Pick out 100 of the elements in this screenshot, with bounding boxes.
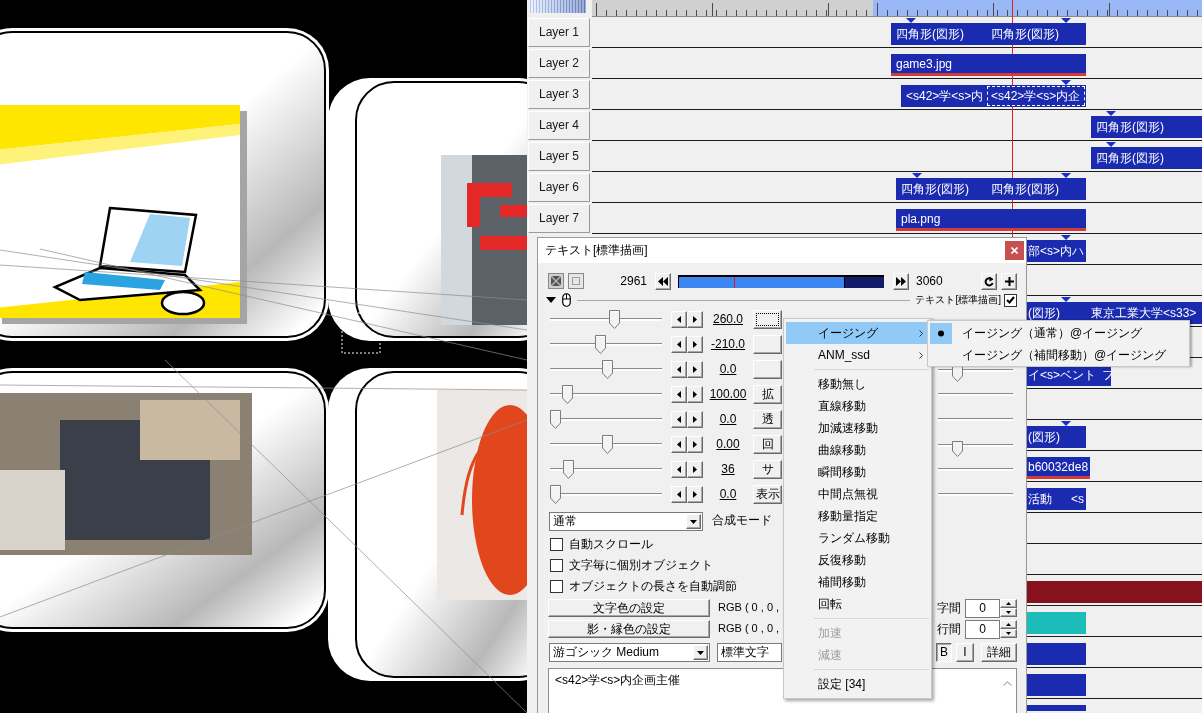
timeline-clip[interactable] <box>1027 674 1086 696</box>
timeline-clip[interactable]: <s42>学<s>内 <box>901 85 986 107</box>
timeline-clip[interactable]: 部<s>内ハ <box>1027 240 1086 262</box>
increment-button[interactable] <box>687 311 703 328</box>
timeline-ruler[interactable] <box>592 0 1202 17</box>
slider-thumb[interactable] <box>608 309 620 329</box>
dotted-square-icon[interactable] <box>568 273 584 289</box>
menu-item[interactable]: 反復移動 <box>786 549 929 571</box>
format-button[interactable]: I <box>956 643 974 662</box>
timeline-clip[interactable]: 四角形(図形) <box>1091 116 1202 138</box>
crossed-square-icon[interactable] <box>548 273 564 289</box>
menu-item[interactable]: 移動量指定 <box>786 505 929 527</box>
timeline-clip[interactable]: 四角形(図形) <box>1091 147 1202 169</box>
timeline-clip[interactable]: game3.jpg <box>891 54 1086 76</box>
increment-button[interactable] <box>687 411 703 428</box>
checkbox[interactable] <box>1004 293 1017 307</box>
menu-item[interactable]: 回転 <box>786 593 929 615</box>
timeline-clip[interactable]: 四角形(図形) <box>896 178 986 200</box>
parameter-button[interactable]: 透 <box>753 410 782 429</box>
slider-thumb[interactable] <box>952 441 964 457</box>
menu-item[interactable]: イージング <box>786 322 929 344</box>
layer-label[interactable]: Layer 5 <box>528 142 590 171</box>
decrement-button[interactable] <box>671 311 687 328</box>
add-button[interactable] <box>1001 272 1017 290</box>
decrement-button[interactable] <box>671 386 687 403</box>
font-dropdown[interactable]: 游ゴシック Medium <box>549 643 710 662</box>
slider-value[interactable]: 0.00 <box>705 437 751 452</box>
slider-value[interactable]: 0.0 <box>705 362 751 377</box>
number-field[interactable]: 0 <box>965 619 1000 639</box>
layer-label[interactable]: Layer 1 <box>528 18 590 47</box>
refresh-button[interactable] <box>981 272 997 290</box>
format-button[interactable]: 詳細 <box>981 643 1017 662</box>
increment-button[interactable] <box>687 461 703 478</box>
slider-value[interactable]: 0.0 <box>705 487 751 502</box>
layer-label[interactable]: Layer 4 <box>528 111 590 140</box>
timeline-clip[interactable]: pla.png <box>896 209 1086 231</box>
decrement-button[interactable] <box>671 436 687 453</box>
menu-item[interactable]: イージング（通常）@イージング <box>930 322 1187 344</box>
jump-end-button[interactable] <box>893 272 909 290</box>
timeline-clip[interactable]: 四角形(図形) <box>986 178 1086 200</box>
layer-label[interactable]: Layer 2 <box>528 49 590 78</box>
slider-track[interactable] <box>938 468 1013 471</box>
slider-value[interactable]: 36 <box>705 462 751 477</box>
timeline-clip[interactable]: <s <box>1066 488 1086 510</box>
slider-track[interactable] <box>938 393 1013 396</box>
slider-value[interactable]: -210.0 <box>705 337 751 352</box>
slider-track[interactable] <box>938 493 1013 496</box>
menu-item[interactable]: イージング（補間移動）@イージング <box>930 344 1187 366</box>
slider-value[interactable]: 100.00 <box>705 387 751 402</box>
spin-down-button[interactable] <box>1000 608 1017 617</box>
color-settings-button[interactable]: 影・縁色の設定 <box>548 620 710 638</box>
menu-item[interactable]: 瞬間移動 <box>786 461 929 483</box>
decrement-button[interactable] <box>671 361 687 378</box>
decrement-button[interactable] <box>671 411 687 428</box>
spin-up-button[interactable] <box>1000 599 1017 608</box>
slider-thumb[interactable] <box>550 409 561 429</box>
decrement-button[interactable] <box>671 486 687 503</box>
menu-item[interactable]: 曲線移動 <box>786 439 929 461</box>
parameter-button[interactable]: 回 <box>753 435 782 454</box>
menu-item[interactable]: 移動無し <box>786 373 929 395</box>
parameter-button[interactable]: 拡 <box>753 385 782 404</box>
timeline-clip[interactable]: 活動 <box>1027 488 1066 510</box>
increment-button[interactable] <box>687 361 703 378</box>
timeline-clip[interactable]: (図形) <box>1027 426 1086 448</box>
triangle-down-icon[interactable] <box>546 297 556 303</box>
timeline-clip[interactable] <box>1027 612 1086 634</box>
slider-thumb[interactable] <box>595 334 607 354</box>
increment-button[interactable] <box>687 336 703 353</box>
jump-start-button[interactable] <box>655 272 671 290</box>
menu-item[interactable]: 補間移動 <box>786 571 929 593</box>
slider-thumb[interactable] <box>952 366 964 382</box>
zoom-gauge[interactable] <box>530 0 586 13</box>
timeline-clip[interactable]: 四角形(図形) <box>891 23 986 45</box>
timeline-clip[interactable]: <s42>学<s>内企 <box>986 85 1086 107</box>
style-field[interactable]: 標準文字 <box>717 643 782 662</box>
checkbox[interactable] <box>550 580 563 593</box>
slider-value[interactable]: 0.0 <box>705 412 751 427</box>
slider-thumb[interactable] <box>563 459 575 479</box>
timeline-clip[interactable] <box>1027 705 1086 711</box>
parameter-button[interactable] <box>753 310 782 329</box>
timeline-clip[interactable]: 四角形(図形) <box>986 23 1086 45</box>
slider-thumb[interactable] <box>550 484 561 504</box>
spin-up-button[interactable] <box>1000 620 1017 629</box>
spin-down-button[interactable] <box>1000 629 1017 638</box>
parameter-button[interactable]: 表示 <box>753 485 782 504</box>
slider-thumb[interactable] <box>562 384 574 404</box>
menu-item[interactable]: 中間点無視 <box>786 483 929 505</box>
slider-value[interactable]: 260.0 <box>705 312 751 327</box>
seek-bar[interactable] <box>678 274 884 288</box>
menu-item[interactable]: ANM_ssd <box>786 344 929 366</box>
seek-cursor[interactable] <box>734 276 736 288</box>
layer-label[interactable]: Layer 3 <box>528 80 590 109</box>
decrement-button[interactable] <box>671 461 687 478</box>
decrement-button[interactable] <box>671 336 687 353</box>
menu-item[interactable]: 加減速移動 <box>786 417 929 439</box>
increment-button[interactable] <box>687 386 703 403</box>
checkbox[interactable] <box>550 538 563 551</box>
blend-mode-dropdown[interactable]: 通常 <box>549 512 703 531</box>
color-settings-button[interactable]: 文字色の設定 <box>548 599 710 617</box>
increment-button[interactable] <box>687 486 703 503</box>
